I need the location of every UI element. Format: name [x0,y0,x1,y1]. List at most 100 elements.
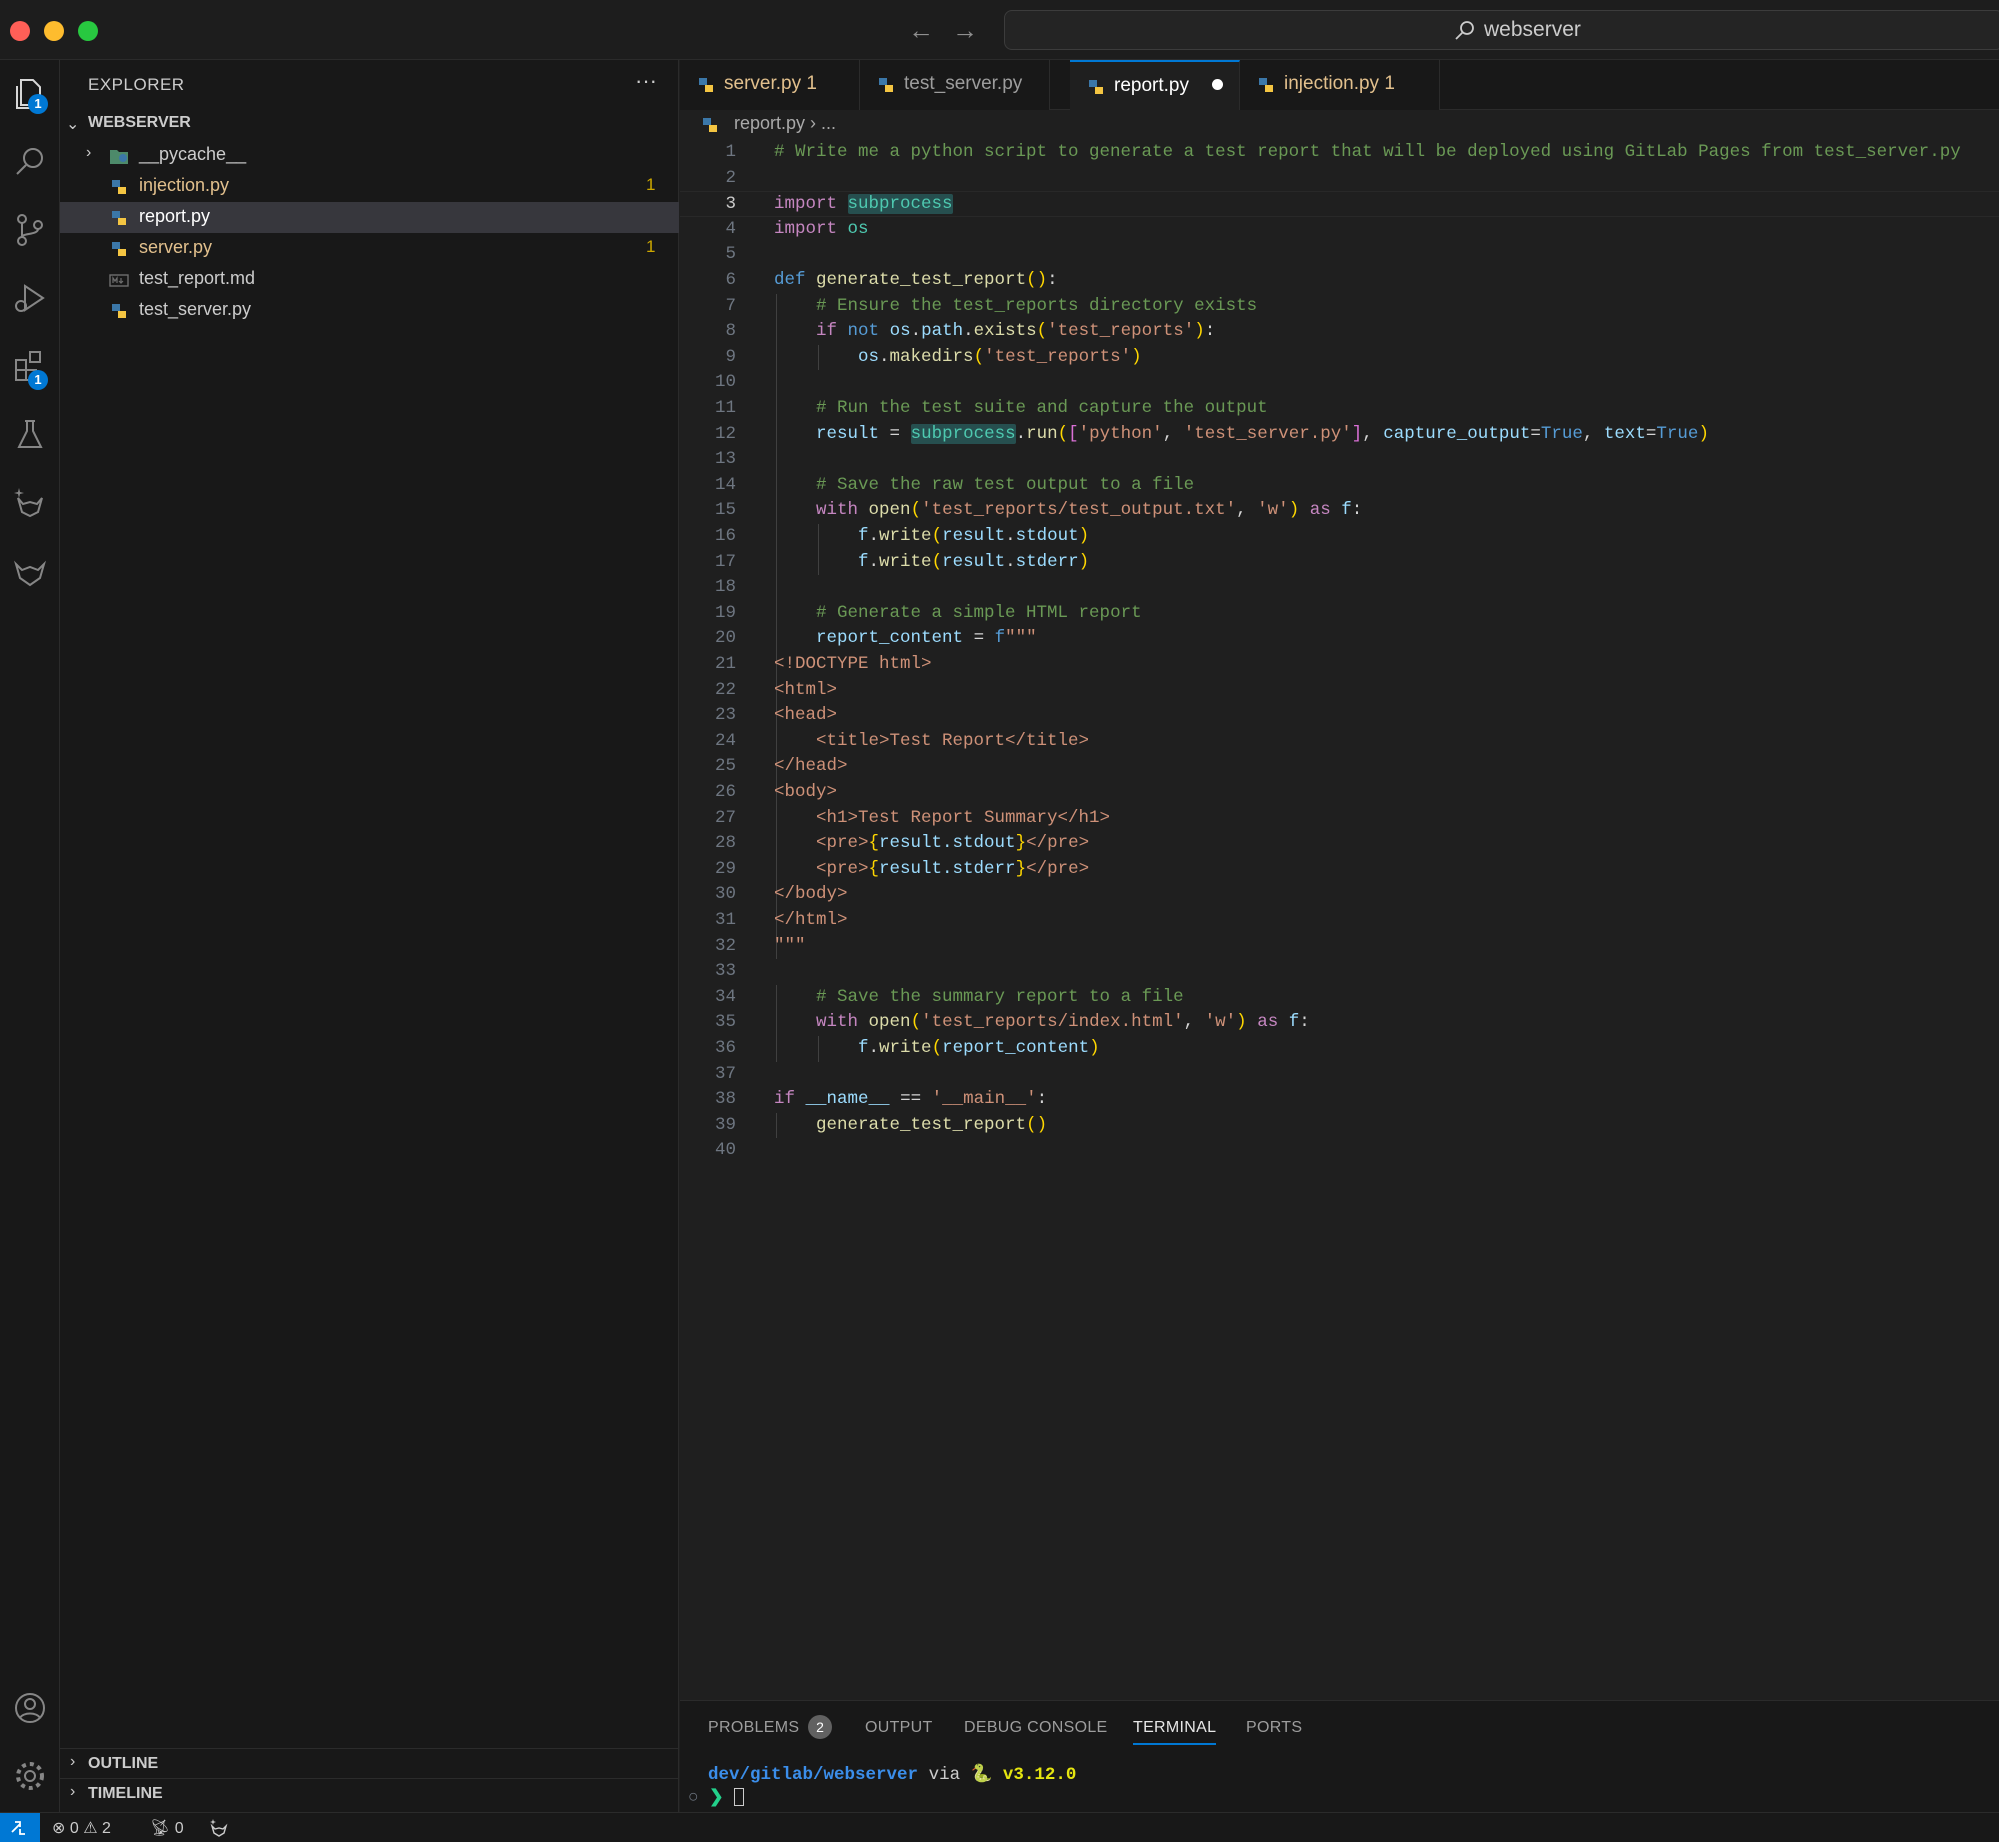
code-line[interactable]: 6 def generate_test_report(): [680,268,1999,294]
code-line[interactable]: 28 <pre>{result.stdout}</pre> [680,831,1999,857]
code-line[interactable]: 13 [680,447,1999,473]
tree-item-pycache[interactable]: › __pycache__ [60,140,679,171]
code-line[interactable]: 34 # Save the summary report to a file [680,985,1999,1011]
code-line[interactable]: 30 </body> [680,882,1999,908]
more-actions-icon[interactable]: ··· [635,68,657,94]
tree-item-label: test_report.md [139,268,256,288]
terminal-prompt-line[interactable]: dev/gitlab/webserver via 🐍 v3.12.0 [708,1764,1076,1785]
tree-item-report[interactable]: report.py [60,202,679,233]
code-line[interactable]: 23 <head> [680,703,1999,729]
command-center-search[interactable]: webserver [1004,10,1999,50]
unsaved-dot-icon[interactable] [1212,79,1223,90]
code-line[interactable]: 37 [680,1062,1999,1088]
back-arrow-icon[interactable]: ← [908,12,934,48]
gitlab-duo-status-icon[interactable] [208,1818,230,1842]
tab-server-py[interactable]: server.py 1 [680,60,860,110]
problems-count-badge: 2 [808,1715,832,1739]
search-activity-icon[interactable] [8,140,52,184]
warning-icon: ⚠ [83,1820,98,1837]
source-control-icon[interactable] [8,208,52,252]
code-line[interactable]: 25 </head> [680,754,1999,780]
close-window-button[interactable] [10,21,30,41]
folder-python-icon [109,147,129,165]
code-line[interactable]: 16 f.write(result.stdout) [680,524,1999,550]
code-line[interactable]: 18 [680,575,1999,601]
code-line[interactable]: 5 [680,242,1999,268]
timeline-section[interactable]: › TIMELINE [60,1778,679,1808]
extensions-icon[interactable]: 1 [8,344,52,390]
code-line[interactable]: 31 </html> [680,908,1999,934]
code-line[interactable]: 26 <body> [680,780,1999,806]
problem-count: 1 [646,237,656,256]
tab-output[interactable]: OUTPUT [865,1719,933,1737]
tab-ports[interactable]: PORTS [1246,1719,1302,1737]
code-line[interactable]: 35 with open('test_reports/index.html', … [680,1010,1999,1036]
forward-arrow-icon[interactable]: → [952,12,978,48]
tab-report-py[interactable]: report.py [1070,60,1240,110]
code-line[interactable]: 4 import os [680,217,1999,243]
code-editor[interactable]: 1 # Write me a python script to generate … [680,138,1999,1700]
vscode-window: ← → webserver 1 1 EXPLORER ··· ⌄ WEBSERV… [0,0,1999,1842]
code-line[interactable]: 36 f.write(report_content) [680,1036,1999,1062]
extensions-badge: 1 [28,370,48,390]
code-line[interactable]: 29 <pre>{result.stderr}</pre> [680,857,1999,883]
code-line[interactable]: 21 <!DOCTYPE html> [680,652,1999,678]
code-line[interactable]: 10 [680,370,1999,396]
code-line[interactable]: 11 # Run the test suite and capture the … [680,396,1999,422]
code-line[interactable]: 22 <html> [680,678,1999,704]
maximize-window-button[interactable] [78,21,98,41]
settings-gear-icon[interactable] [8,1754,52,1798]
outline-section[interactable]: › OUTLINE [60,1748,679,1778]
tab-terminal[interactable]: TERMINAL [1133,1719,1217,1745]
run-debug-icon[interactable] [8,276,52,320]
tree-item-test-report[interactable]: test_report.md [60,264,679,295]
code-line[interactable]: 38 if __name__ == '__main__': [680,1087,1999,1113]
line-text: f.write(result.stdout) [858,526,1090,546]
terminal-input-line[interactable]: ○ ❯ [688,1787,745,1808]
code-line[interactable]: 15 with open('test_reports/test_output.t… [680,498,1999,524]
code-line[interactable]: 32 """ [680,934,1999,960]
chevron-down-icon[interactable]: ⌄ [66,114,79,134]
tab-test-server-py[interactable]: test_server.py [860,60,1050,110]
line-number: 12 [714,423,736,444]
testing-flask-icon[interactable] [8,412,52,456]
explorer-icon[interactable]: 1 [8,72,52,116]
remote-indicator[interactable] [0,1813,40,1842]
code-line[interactable]: 1 # Write me a python script to generate … [680,140,1999,166]
tree-item-test-server[interactable]: test_server.py [60,295,679,326]
line-number: 3 [725,194,736,215]
code-line[interactable]: 20 report_content = f""" [680,626,1999,652]
tree-item-server[interactable]: server.py 1 [60,233,679,264]
code-line[interactable]: 19 # Generate a simple HTML report [680,601,1999,627]
tree-item-label: report.py [139,206,211,226]
code-line[interactable]: 24 <title>Test Report</title> [680,729,1999,755]
gitlab-duo-icon[interactable] [8,480,52,524]
code-line[interactable]: 14 # Save the raw test output to a file [680,473,1999,499]
code-line[interactable]: 12 result = subprocess.run(['python', 't… [680,422,1999,448]
code-line[interactable]: 7 # Ensure the test_reports directory ex… [680,294,1999,320]
account-icon[interactable] [8,1686,52,1730]
minimize-window-button[interactable] [44,21,64,41]
breadcrumb-path[interactable]: report.py › ... [734,113,836,134]
code-line[interactable]: 9 os.makedirs('test_reports') [680,345,1999,371]
code-line[interactable]: 2 [680,166,1999,192]
ports-status[interactable]: 📡︎ 0 [150,1818,184,1838]
code-line[interactable]: 39 generate_test_report() [680,1113,1999,1139]
tab-injection-py[interactable]: injection.py 1 [1240,60,1440,110]
workspace-folder[interactable]: WEBSERVER [88,114,191,132]
line-number: 23 [714,705,736,726]
line-text: <pre>{result.stderr}</pre> [774,858,1090,879]
gitlab-icon[interactable] [8,548,52,592]
code-line[interactable]: 27 <h1>Test Report Summary</h1> [680,806,1999,832]
tree-item-injection[interactable]: injection.py 1 [60,171,679,202]
code-line[interactable]: 3 import subprocess [680,191,1999,217]
code-line[interactable]: 40 [680,1138,1999,1164]
errors-warnings-status[interactable]: ⊗ 0 ⚠ 2 [52,1818,111,1838]
code-line[interactable]: 17 f.write(result.stderr) [680,550,1999,576]
markdown-file-icon [109,271,129,289]
tab-debug-console[interactable]: DEBUG CONSOLE [964,1719,1108,1737]
line-number: 35 [714,1012,736,1033]
code-line[interactable]: 33 [680,959,1999,985]
code-line[interactable]: 8 if not os.path.exists('test_reports'): [680,319,1999,345]
tab-problems[interactable]: PROBLEMS [708,1719,799,1737]
